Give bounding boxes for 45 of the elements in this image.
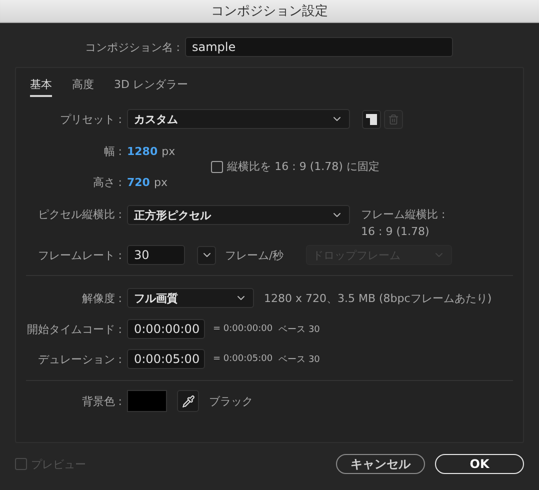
timecode-field[interactable]: 0:00:00:00 [127,319,205,339]
field-label: デュレーション : [36,352,122,366]
timecode-equivalent: = 0:00:05:00 [213,354,273,364]
unit-text: px [154,176,168,188]
trash-icon [388,114,399,124]
frame-rate-field[interactable]: 30 [127,245,185,265]
dimension-value[interactable]: 1280 [127,144,158,158]
field-label: 解像度 : [80,290,122,306]
cancel-button[interactable]: キャンセル [336,454,425,474]
frame-rate-dropdown-button[interactable] [197,246,216,264]
lock-aspect-checkbox[interactable] [211,160,224,172]
save-preset-button[interactable] [362,110,381,128]
eyedropper-button[interactable] [177,390,199,412]
resolution-info: 1280 x 720、3.5 MB (8bpcフレームあたり) [264,290,492,306]
eyedropper-icon [182,394,194,408]
page-icon [366,114,377,124]
color-name: ブラック [209,394,253,408]
window-title: コンポジション設定 [211,3,328,20]
resolution-dropdown[interactable]: フル画質 [127,288,254,308]
field-label: 高さ : [92,174,122,190]
field-label: ピクセル縦横比 : [36,207,122,223]
field-label: コンポジション名 : [84,40,180,54]
field-label: プリセット : [58,112,122,126]
frame-aspect-label: フレーム縦横比 : [361,207,446,222]
ok-button[interactable]: OK [435,454,524,474]
field-label: 幅 : [102,144,122,158]
timecode-equivalent: = 0:00:00:00 [213,324,273,334]
field-label: フレームレート : [36,248,122,262]
color-swatch[interactable] [127,390,167,412]
unit-text: フレーム/秒 [225,248,284,262]
field-label: 背景色 : [80,394,122,408]
dimension-value[interactable]: 720 [127,176,150,188]
composition-name-field[interactable]: sample [185,37,453,57]
tab[interactable]: 基本 [30,75,52,97]
preset-dropdown[interactable]: カスタム [127,109,350,129]
checkbox-label: 縦横比を 16 : 9 (1.78) に固定 [227,159,380,174]
field-label: 開始タイムコード : [26,322,122,336]
timebase-text: ベース 30 [278,324,320,336]
unit-text: px [162,144,176,158]
pixel-aspect-dropdown[interactable]: 正方形ピクセル [127,205,350,225]
frame-aspect-value: 16 : 9 (1.78) [361,225,430,238]
timebase-text: ベース 30 [278,354,320,366]
tab[interactable]: 3D レンダラー [114,75,188,97]
tab[interactable]: 高度 [72,75,94,97]
timecode-field[interactable]: 0:00:05:00 [127,349,205,369]
